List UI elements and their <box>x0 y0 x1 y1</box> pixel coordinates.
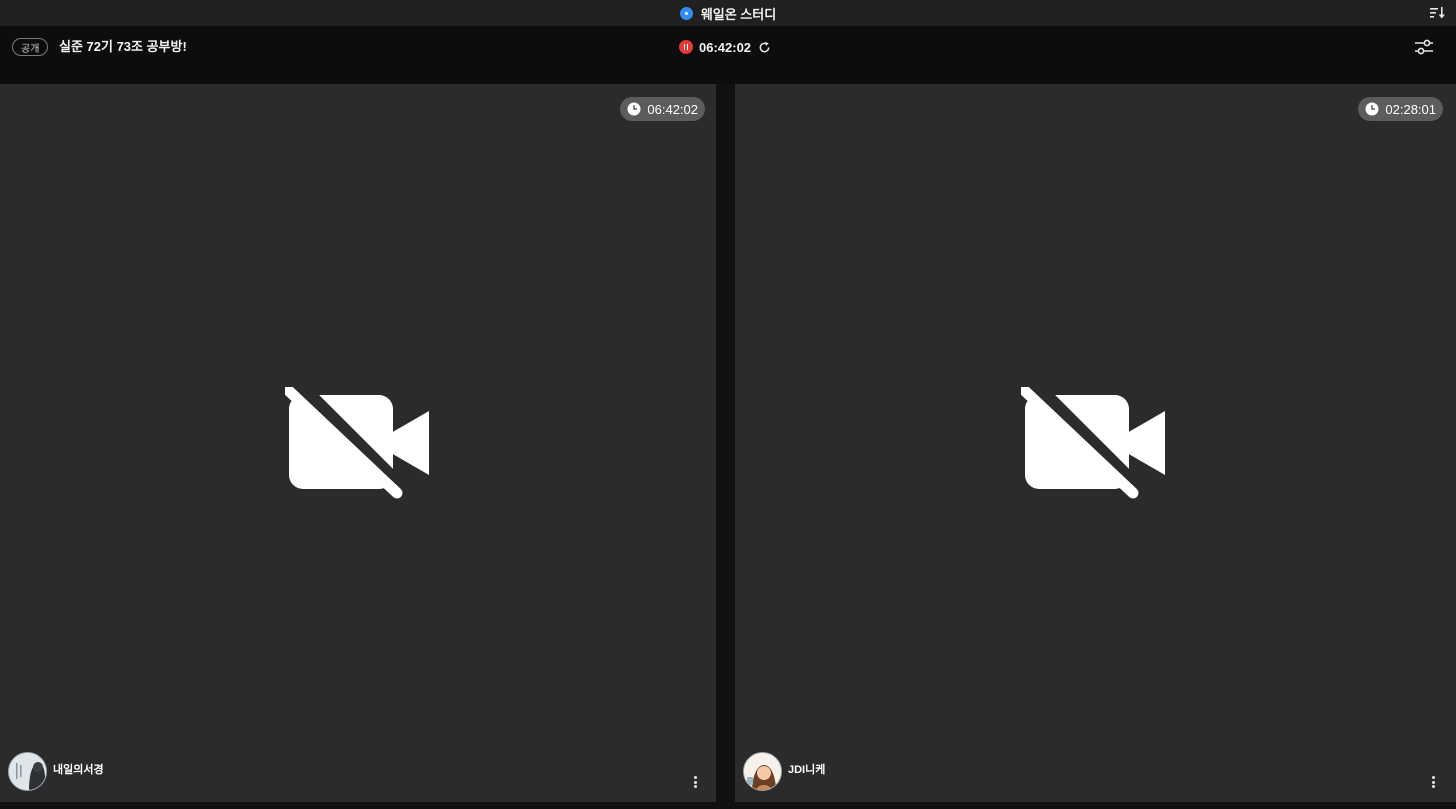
window-title-bar: 웨일온 스터디 <box>0 0 1456 26</box>
more-vertical-icon <box>1431 776 1435 779</box>
study-time-badge: 02:28:01 <box>1358 97 1443 121</box>
clock-icon <box>627 102 641 116</box>
participant-tile[interactable]: 02:28:01 JDI니케 <box>735 84 1456 802</box>
avatar[interactable] <box>743 752 782 791</box>
whale-logo-icon <box>679 6 693 20</box>
study-time-badge: 06:42:02 <box>620 97 705 121</box>
sort-button[interactable] <box>1428 4 1446 22</box>
participant-name: 내일의서경 <box>53 763 104 776</box>
pause-icon[interactable] <box>679 40 693 54</box>
participant-info: JDI니케 <box>743 752 825 791</box>
video-off-icon <box>285 387 429 499</box>
study-timer-value: 06:42:02 <box>699 39 752 55</box>
study-time-value: 06:42:02 <box>647 101 698 117</box>
sliders-icon <box>1415 39 1433 55</box>
avatar[interactable] <box>8 752 47 791</box>
visibility-badge: 공개 <box>12 38 49 56</box>
bottom-bar <box>0 802 1456 809</box>
study-timer[interactable]: 06:42:02 <box>679 38 771 56</box>
avatar-image <box>9 753 46 790</box>
video-off-icon <box>1021 387 1165 499</box>
more-options-button[interactable] <box>1427 774 1439 790</box>
participant-name: JDI니케 <box>788 763 826 776</box>
refresh-icon[interactable] <box>758 41 771 54</box>
participant-tile[interactable]: 06:42:02 내일의서경 <box>0 84 716 802</box>
study-time-value: 02:28:01 <box>1385 101 1436 117</box>
more-options-button[interactable] <box>689 774 701 790</box>
avatar-image <box>744 753 781 790</box>
room-title: 실준 72기 73조 공부방! <box>59 39 187 54</box>
participant-info: 내일의서경 <box>8 752 104 791</box>
settings-button[interactable] <box>1414 38 1434 56</box>
room-header: 공개 실준 72기 73조 공부방! 06:42:02 <box>0 26 1456 84</box>
app-title: 웨일온 스터디 <box>700 6 777 22</box>
clock-icon <box>1365 102 1379 116</box>
more-vertical-icon <box>693 776 697 779</box>
sort-icon <box>1430 7 1445 19</box>
